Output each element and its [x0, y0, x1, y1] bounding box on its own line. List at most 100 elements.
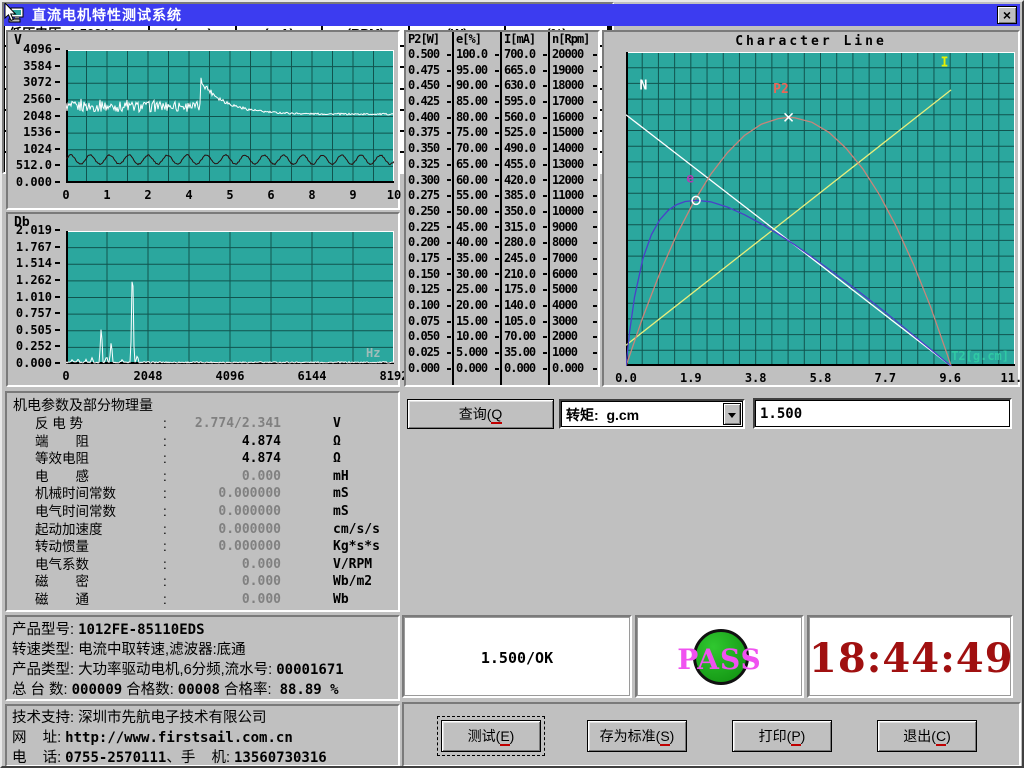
param-colon: :	[163, 485, 173, 503]
pass-label: PASS	[637, 643, 802, 676]
clock-time: 18:44:49	[809, 635, 1011, 682]
scale-value: 385.0	[502, 188, 548, 204]
y-axis-tick-label: 0.000	[8, 356, 60, 372]
svg-text:T2[g.cm]: T2[g.cm]	[951, 349, 1009, 363]
svg-text:I: I	[941, 55, 949, 70]
character-line-title: Character Line	[604, 34, 1018, 49]
info-segment: 0755-2570111	[65, 750, 166, 766]
scale-value: 20000	[550, 47, 598, 63]
button-hotkey: S	[660, 728, 669, 746]
title-bar: 直流电机特性测试系统 ×	[4, 4, 1020, 26]
param-value: 0.000	[173, 573, 281, 591]
torque-value-input[interactable]	[753, 398, 1012, 429]
voltage-scope-plot	[66, 50, 394, 183]
param-label: 机械时间常数	[35, 485, 163, 503]
param-row: 等效电阻:4.874Ω	[13, 450, 394, 468]
scale-value: 175.0	[502, 282, 548, 298]
scale-column: n[Rpm]2000019000180001700016000150001400…	[550, 32, 598, 385]
scale-value: 65.00	[454, 157, 500, 173]
param-label: 等效电阻	[35, 450, 163, 468]
param-colon: :	[163, 556, 173, 574]
scale-value: 75.00	[454, 125, 500, 141]
scale-value: 0.225	[406, 220, 452, 236]
scale-value: 2000	[550, 329, 598, 345]
param-row: 端 阻:4.874Ω	[13, 433, 394, 451]
info-segment: 网 址:	[12, 730, 65, 746]
info-segment: 000009	[72, 682, 123, 698]
info-segment: 合格数:	[122, 682, 178, 698]
x-axis-tick-label: 1.9	[680, 371, 702, 385]
params-rows: 反 电 势:2.774/2.341V端 阻:4.874Ω等效电阻:4.874Ω电…	[13, 415, 394, 609]
scale-header: n[Rpm]	[550, 32, 598, 47]
y-axis-tick-label: 1.262	[8, 273, 60, 289]
param-colon: :	[163, 503, 173, 521]
scale-value: 0.500	[406, 47, 452, 63]
scale-value: 0.400	[406, 110, 452, 126]
scale-header: I[mA]	[502, 32, 548, 47]
button-hotkey: P	[791, 728, 800, 746]
y-axis-tick-label: 0.505	[8, 323, 60, 339]
x-axis-tick-label: 0.0	[615, 371, 637, 385]
action-button-C[interactable]: 退出(C)	[877, 720, 977, 752]
action-button-P[interactable]: 打印(P)	[732, 720, 832, 752]
x-axis-tick-label: 7.7	[874, 371, 896, 385]
scale-columns: P2[W]0.5000.4750.4500.4250.4000.3750.350…	[404, 30, 600, 387]
pass-indicator-box: PASS	[635, 615, 804, 698]
scale-value: 90.00	[454, 78, 500, 94]
info-segment: 产品型号:	[12, 622, 78, 638]
spectrum-panel: Db 2.0191.7671.5141.2621.0100.7570.5050.…	[6, 212, 400, 387]
scale-value: 0.350	[406, 141, 452, 157]
combobox-dropdown-arrow-icon[interactable]	[723, 403, 741, 425]
scale-value: 0.000	[454, 361, 500, 377]
scale-value: 12000	[550, 173, 598, 189]
button-label-post: )	[670, 728, 675, 744]
info-segment: http://www.firstsail.com.cn	[65, 730, 293, 746]
action-button-E[interactable]: 测试(E)	[441, 720, 541, 752]
support-info-panel: 技术支持: 深圳市先航电子技术有限公司网 址: http://www.first…	[5, 704, 400, 767]
scale-value: 40.00	[454, 235, 500, 251]
scale-column: e[%]100.095.0090.0085.0080.0075.0070.006…	[454, 32, 502, 385]
info-segment: 总 台 数:	[12, 682, 72, 698]
param-value: 4.874	[173, 433, 281, 451]
close-button[interactable]: ×	[997, 6, 1017, 24]
param-unit: V	[333, 415, 341, 433]
scale-value: 0.375	[406, 125, 452, 141]
scale-header: P2[W]	[406, 32, 452, 47]
scale-value: 16000	[550, 110, 598, 126]
scale-value: 0.300	[406, 173, 452, 189]
param-value: 0.000	[173, 468, 281, 486]
scale-value: 595.0	[502, 94, 548, 110]
param-row: 电气时间常数:0.000000mS	[13, 503, 394, 521]
y-axis-tick-label: 3072	[8, 75, 60, 91]
scale-value: 315.0	[502, 220, 548, 236]
param-value: 0.000000	[173, 503, 281, 521]
action-button-S[interactable]: 存为标准(S)	[587, 720, 687, 752]
scale-value: 35.00	[502, 345, 548, 361]
param-label: 反 电 势	[35, 415, 163, 433]
info-segment: 产品类型:	[12, 662, 78, 678]
x-axis-tick-label: 4	[185, 188, 192, 202]
scale-value: 245.0	[502, 251, 548, 267]
scale-value: 0.425	[406, 94, 452, 110]
y-axis-tick-label: 4096	[8, 42, 60, 58]
info-segment: 00001671	[276, 662, 343, 678]
scale-value: 25.00	[454, 282, 500, 298]
combobox-value: 转矩: g.cm	[566, 405, 639, 425]
x-axis-tick-label: 3.8	[745, 371, 767, 385]
scale-value: 665.0	[502, 63, 548, 79]
support-info-line: 电 话: 0755-2570111、手 机: 13560730316	[12, 748, 393, 768]
scale-value: 17000	[550, 94, 598, 110]
y-axis-tick-label: 1.514	[8, 256, 60, 272]
query-button[interactable]: 查询(Q	[407, 399, 554, 429]
param-unit: mS	[333, 485, 349, 503]
param-value: 4.874	[173, 450, 281, 468]
scale-value: 5.000	[454, 345, 500, 361]
scale-value: 8000	[550, 235, 598, 251]
scale-value: 0.200	[406, 235, 452, 251]
torque-unit-combobox[interactable]: 转矩: g.cm	[559, 399, 745, 429]
svg-text:P2: P2	[773, 82, 789, 97]
param-colon: :	[163, 573, 173, 591]
param-unit: Wb	[333, 591, 349, 609]
param-colon: :	[163, 450, 173, 468]
support-info-line: 网 址: http://www.firstsail.com.cn	[12, 728, 393, 748]
